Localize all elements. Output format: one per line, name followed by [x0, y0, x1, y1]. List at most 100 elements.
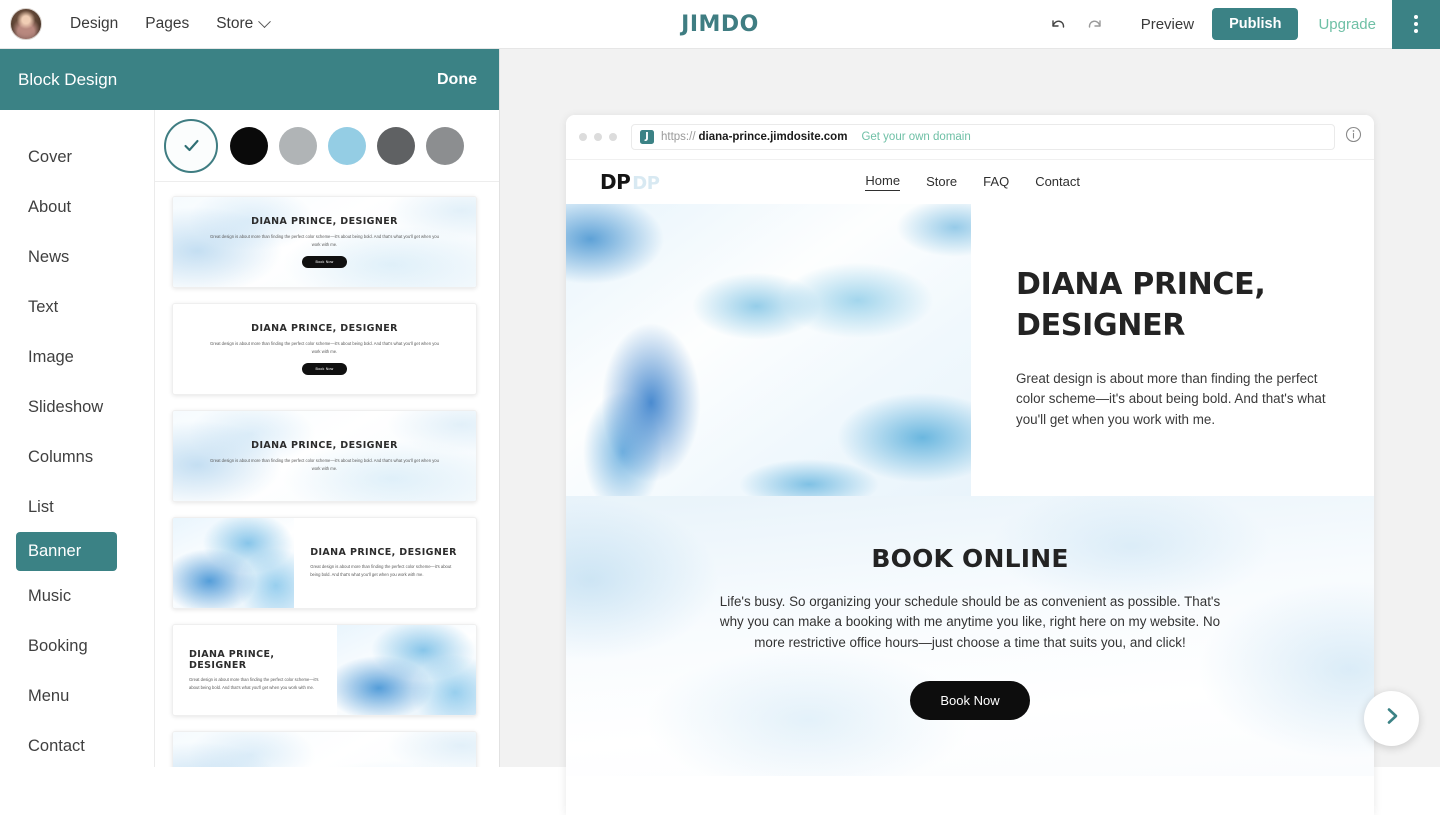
- undo-button[interactable]: [1039, 5, 1077, 43]
- publish-button[interactable]: Publish: [1212, 8, 1299, 40]
- nav-item-store-label: Store: [216, 15, 254, 32]
- site-logo[interactable]: DP DP: [600, 170, 660, 194]
- watercolor-background: [173, 732, 476, 767]
- template-heading: DIANA PRINCE, DESIGNER: [251, 439, 398, 451]
- sidebar-item-booking[interactable]: Booking: [0, 621, 154, 671]
- sidebar-item-label: Contact: [28, 736, 85, 755]
- nav-item-pages[interactable]: Pages: [145, 15, 189, 33]
- swatch-dark-gray[interactable]: [377, 126, 415, 165]
- done-button[interactable]: Done: [437, 71, 477, 89]
- check-icon: [181, 135, 202, 156]
- info-button[interactable]: [1345, 126, 1362, 148]
- sidebar-item-label: Booking: [28, 636, 88, 655]
- nav-item-design-label: Design: [70, 15, 119, 32]
- sidebar-item-banner[interactable]: Banner: [16, 532, 117, 571]
- jimdo-logo: JIMDO: [681, 11, 759, 37]
- booking-section[interactable]: BOOK ONLINE Life's busy. So organizing y…: [566, 496, 1374, 776]
- redo-button[interactable]: [1077, 5, 1115, 43]
- url-protocol: https://: [661, 131, 696, 143]
- panel-title: Block Design: [18, 69, 118, 89]
- sidebar-item-about[interactable]: About: [0, 182, 154, 232]
- sidebar-item-text[interactable]: Text: [0, 282, 154, 332]
- upgrade-link[interactable]: Upgrade: [1318, 16, 1376, 33]
- swatch-selected-check[interactable]: [164, 118, 218, 173]
- template-option[interactable]: DIANA PRINCE, DESIGNER Great design is a…: [172, 303, 477, 395]
- traffic-light-dots: [579, 133, 617, 141]
- site-preview: DP DP Home Store FAQ Contact DIANA PRINC…: [566, 160, 1374, 815]
- site-favicon-icon: J: [640, 130, 654, 144]
- booking-body: Life's busy. So organizing your schedule…: [719, 594, 1221, 650]
- sidebar-item-slideshow[interactable]: Slideshow: [0, 382, 154, 432]
- undo-icon: [1048, 15, 1067, 34]
- swatch-black[interactable]: [230, 126, 268, 165]
- template-body: Great design is about more than finding …: [210, 341, 439, 354]
- preview-button[interactable]: Preview: [1141, 16, 1194, 33]
- sidebar-item-label: Menu: [28, 686, 70, 705]
- swatch-mid-gray[interactable]: [426, 126, 464, 165]
- nav-item-pages-label: Pages: [145, 15, 190, 32]
- sidebar-item-list[interactable]: List: [0, 482, 154, 532]
- template-heading: DIANA PRINCE, DESIGNER: [310, 547, 457, 559]
- get-own-domain-link[interactable]: Get your own domain: [861, 131, 970, 143]
- site-nav-store[interactable]: Store: [926, 174, 957, 191]
- sidebar-item-label: News: [28, 247, 70, 266]
- site-nav-links: Home Store FAQ Contact: [865, 173, 1080, 191]
- template-button: Book Now: [301, 362, 348, 375]
- sidebar-item-cover[interactable]: Cover: [0, 132, 154, 182]
- nav-item-design[interactable]: Design: [70, 15, 118, 33]
- template-option[interactable]: DIANA PRINCE, DESIGNER Great design is a…: [172, 624, 477, 716]
- template-option[interactable]: [172, 731, 477, 767]
- kebab-dot: [1414, 22, 1418, 26]
- template-option[interactable]: DIANA PRINCE, DESIGNER Great design is a…: [172, 517, 477, 609]
- traffic-dot: [609, 133, 617, 141]
- booking-heading: BOOK ONLINE: [871, 544, 1069, 573]
- sidebar-item-menu[interactable]: Menu: [0, 671, 154, 721]
- swatch-light-blue[interactable]: [328, 126, 366, 165]
- chevron-right-icon: [1381, 705, 1403, 732]
- address-bar[interactable]: J https:// diana-prince.jimdosite.com Ge…: [631, 124, 1335, 150]
- color-swatch-row: [155, 110, 499, 182]
- user-avatar[interactable]: [10, 8, 42, 40]
- hero-section[interactable]: DIANA PRINCE, DESIGNER Great design is a…: [566, 204, 1374, 496]
- site-nav-home[interactable]: Home: [865, 173, 901, 191]
- template-body: Great design is about more than finding …: [210, 457, 439, 471]
- sidebar-item-news[interactable]: News: [0, 232, 154, 282]
- template-content: DIANA PRINCE, DESIGNER Great design is a…: [294, 518, 476, 608]
- url-host: diana-prince.jimdosite.com: [698, 131, 848, 143]
- template-option[interactable]: DIANA PRINCE, DESIGNER Great design is a…: [172, 410, 477, 502]
- template-list[interactable]: DIANA PRINCE, DESIGNER Great design is a…: [155, 182, 499, 767]
- sidebar-item-label: List: [28, 497, 54, 516]
- block-design-panel: Block Design Done Cover About News Text …: [0, 49, 500, 767]
- template-option[interactable]: DIANA PRINCE, DESIGNER Great design is a…: [172, 196, 477, 288]
- watercolor-background: [336, 625, 476, 715]
- kebab-dot: [1414, 15, 1418, 19]
- hero-watercolor-image: [566, 204, 971, 496]
- hero-body: Great design is about more than finding …: [1016, 370, 1326, 427]
- swatch-light-gray[interactable]: [279, 126, 317, 165]
- sidebar-item-columns[interactable]: Columns: [0, 432, 154, 482]
- sidebar-item-label: Cover: [28, 147, 73, 166]
- template-heading: DIANA PRINCE, DESIGNER: [251, 216, 398, 228]
- sidebar-item-contact[interactable]: Contact: [0, 721, 154, 767]
- site-nav-faq[interactable]: FAQ: [983, 174, 1009, 191]
- hero-heading: DIANA PRINCE, DESIGNER: [1016, 267, 1266, 344]
- sidebar-item-image[interactable]: Image: [0, 332, 154, 382]
- next-step-button[interactable]: [1364, 691, 1419, 746]
- browser-mockup: J https:// diana-prince.jimdosite.com Ge…: [566, 115, 1374, 815]
- top-bar-actions: Preview Publish Upgrade: [1039, 0, 1440, 49]
- kebab-menu-button[interactable]: [1392, 0, 1440, 49]
- site-nav-contact[interactable]: Contact: [1035, 174, 1080, 191]
- block-category-list: Cover About News Text Image Slideshow Co…: [0, 110, 155, 767]
- sidebar-item-label: Image: [28, 347, 74, 366]
- book-now-button[interactable]: Book Now: [910, 681, 1030, 721]
- template-body: Great design is about more than finding …: [189, 676, 319, 690]
- template-content: DIANA PRINCE, DESIGNER Great design is a…: [173, 304, 476, 394]
- sidebar-item-label: Text: [28, 297, 59, 316]
- nav-item-store[interactable]: Store: [216, 14, 272, 33]
- sidebar-item-music[interactable]: Music: [0, 571, 154, 621]
- panel-header: Block Design Done: [0, 49, 499, 110]
- hero-text-block: DIANA PRINCE, DESIGNER Great design is a…: [971, 204, 1374, 496]
- template-content: DIANA PRINCE, DESIGNER Great design is a…: [173, 411, 476, 501]
- template-content: DIANA PRINCE, DESIGNER Great design is a…: [173, 197, 476, 287]
- template-content: DIANA PRINCE, DESIGNER Great design is a…: [173, 625, 337, 715]
